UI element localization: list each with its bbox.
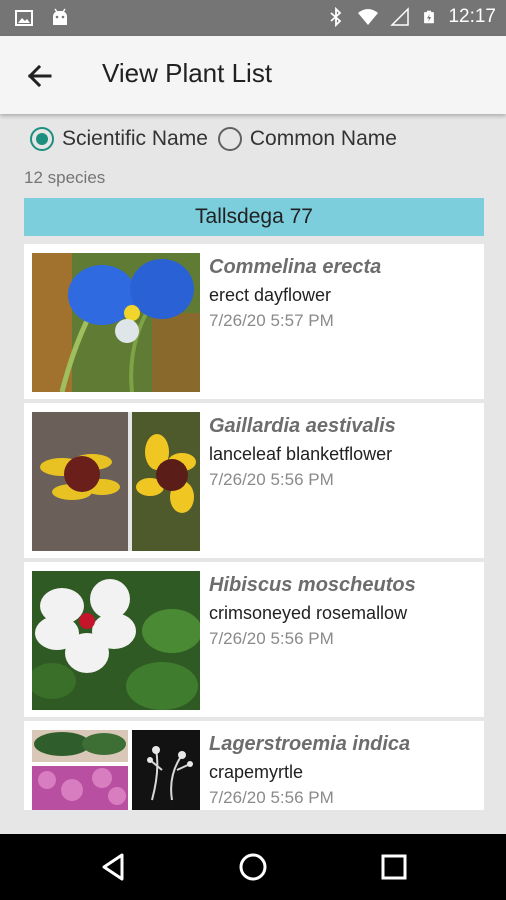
- radio-label: Common Name: [249, 127, 397, 150]
- plant-photo: [32, 571, 200, 710]
- page-title: View Plant List: [102, 58, 273, 88]
- common-name: lanceleaf blanketflower: [209, 444, 393, 464]
- arrow-back-icon[interactable]: [22, 58, 58, 94]
- radio-common-name[interactable]: Common Name: [217, 127, 397, 151]
- app-bar: View Plant List: [0, 36, 506, 114]
- image-icon: [15, 10, 33, 26]
- recents-square-icon[interactable]: [376, 849, 412, 885]
- radio-unchecked-icon: [217, 127, 242, 151]
- plant-photo: [32, 412, 200, 551]
- wifi-icon: [358, 9, 379, 25]
- status-time: 12:17: [448, 6, 496, 27]
- scientific-name: Commelina erecta: [209, 256, 382, 278]
- back-triangle-icon[interactable]: [95, 849, 131, 885]
- timestamp: 7/26/20 5:57 PM: [209, 311, 334, 330]
- plant-photo: [32, 253, 200, 392]
- list-item[interactable]: Commelina erecta erect dayflower 7/26/20…: [24, 244, 484, 399]
- common-name: crimsoneyed rosemallow: [209, 603, 408, 623]
- list-item[interactable]: Hibiscus moscheutos crimsoneyed rosemall…: [24, 562, 484, 717]
- android-icon: [53, 8, 67, 25]
- bluetooth-icon: [330, 7, 342, 27]
- radio-label: Scientific Name: [62, 127, 208, 150]
- nav-bar: [0, 834, 506, 900]
- battery-icon: [424, 10, 435, 24]
- common-name: crapemyrtle: [209, 762, 304, 782]
- status-bar: 12:17: [0, 0, 506, 36]
- signal-icon: [390, 7, 410, 26]
- timestamp: 7/26/20 5:56 PM: [209, 629, 334, 648]
- timestamp: 7/26/20 5:56 PM: [209, 470, 334, 489]
- species-count: 12 species: [24, 168, 106, 187]
- plant-photo: [32, 730, 200, 810]
- name-mode-radio-group: Scientific Name Common Name: [30, 124, 407, 154]
- list-item[interactable]: Gaillardia aestivalis lanceleaf blanketf…: [24, 403, 484, 558]
- list-item[interactable]: Lagerstroemia indica crapemyrtle 7/26/20…: [24, 721, 484, 810]
- plant-list[interactable]: Commelina erecta erect dayflower 7/26/20…: [24, 244, 484, 810]
- radio-checked-icon: [30, 127, 54, 151]
- timestamp: 7/26/20 5:56 PM: [209, 788, 334, 807]
- scientific-name: Hibiscus moscheutos: [209, 574, 416, 596]
- home-circle-icon[interactable]: [235, 849, 271, 885]
- group-header: Tallsdega 77: [24, 198, 484, 236]
- scientific-name: Gaillardia aestivalis: [209, 415, 396, 437]
- radio-scientific-name[interactable]: Scientific Name: [30, 127, 208, 151]
- scientific-name: Lagerstroemia indica: [209, 733, 411, 755]
- common-name: erect dayflower: [209, 285, 332, 305]
